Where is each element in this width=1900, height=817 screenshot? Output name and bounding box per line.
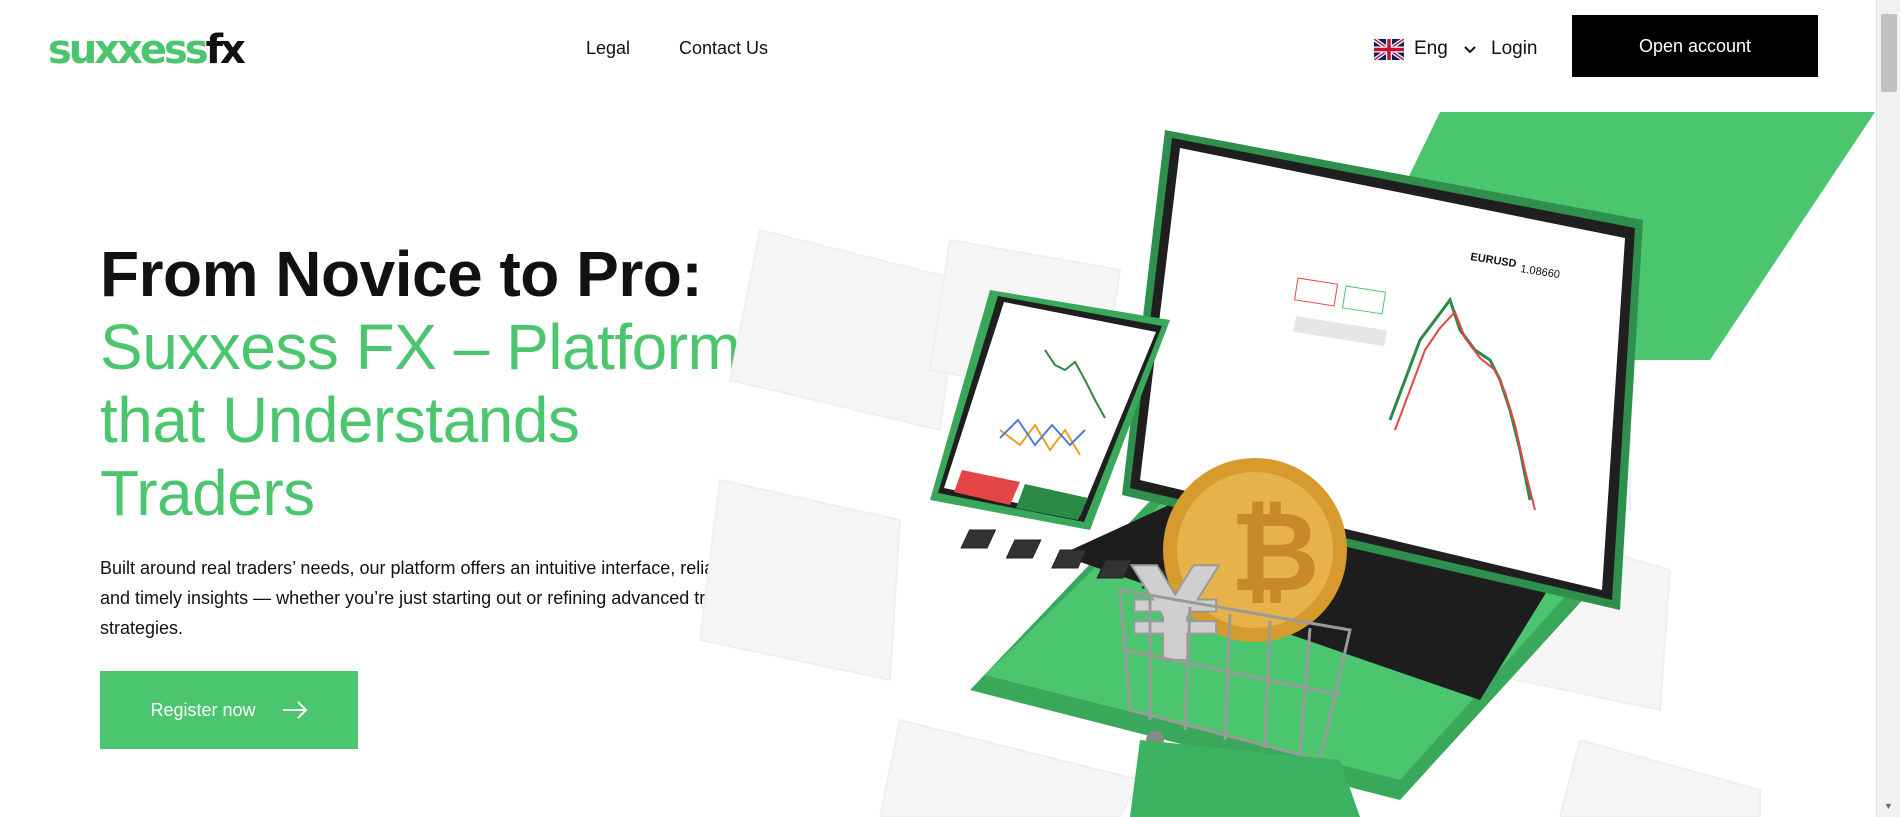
hero-subtitle-line: Suxxess FX – Platform bbox=[100, 311, 741, 383]
svg-text:₿: ₿ bbox=[1230, 488, 1320, 616]
hero-subtitle-line: Traders bbox=[100, 457, 315, 529]
login-link[interactable]: Login bbox=[1491, 38, 1538, 60]
hero-title: From Novice to Pro: bbox=[100, 238, 703, 310]
hero-illustration: EURUSD 1.08660 ₿ ¥ bbox=[700, 112, 1875, 817]
language-label: Eng bbox=[1414, 38, 1448, 59]
page-scrollbar[interactable]: ▼ bbox=[1876, 0, 1900, 817]
language-selector[interactable]: Eng bbox=[1374, 38, 1476, 60]
site-header: suxxessfx Legal Contact Us Eng Login Ope… bbox=[0, 0, 1876, 100]
suxxessfx-logo[interactable]: suxxessfx bbox=[48, 28, 246, 72]
open-account-button[interactable]: Open account bbox=[1572, 15, 1818, 77]
hero-subtitle-line: that Understands bbox=[100, 384, 580, 456]
chevron-down-icon bbox=[1464, 42, 1476, 57]
hero-subtitle: Suxxess FX – Platform that Understands T… bbox=[100, 311, 800, 530]
arrow-right-icon bbox=[282, 700, 308, 720]
register-now-button[interactable]: Register now bbox=[100, 671, 358, 749]
hero-description: Built around real traders’ needs, our pl… bbox=[100, 558, 787, 638]
register-now-label: Register now bbox=[150, 699, 256, 720]
scrollbar-thumb[interactable] bbox=[1881, 14, 1897, 92]
nav-contact-us-link[interactable]: Contact Us bbox=[679, 38, 768, 59]
scroll-down-arrow-icon[interactable]: ▼ bbox=[1884, 801, 1893, 811]
uk-flag-icon bbox=[1374, 38, 1404, 60]
nav-legal-link[interactable]: Legal bbox=[586, 38, 630, 59]
